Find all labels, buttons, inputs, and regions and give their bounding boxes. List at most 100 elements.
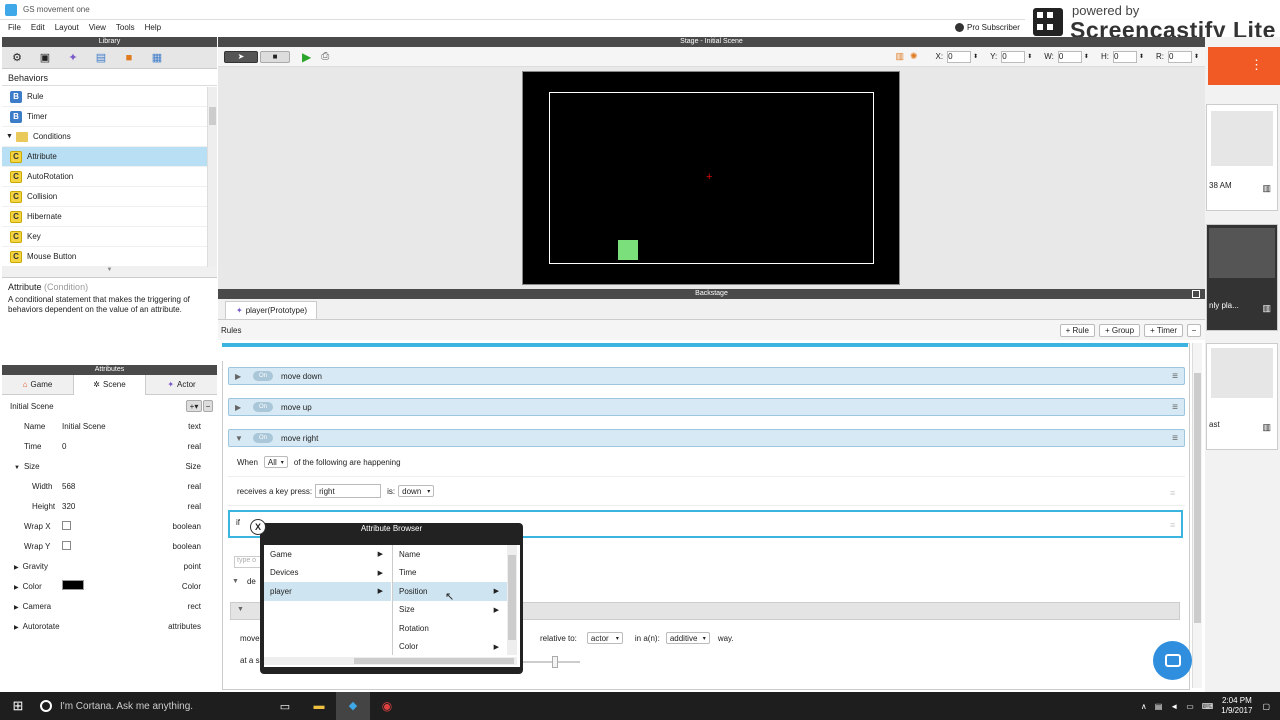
table-row[interactable]: ▶ Gravity point — [2, 556, 217, 576]
expand-caret-icon[interactable]: ▶ — [235, 403, 243, 412]
add-attribute-button[interactable]: +▾ — [186, 400, 202, 412]
add-rule-button[interactable]: + Rule — [1059, 323, 1095, 337]
menu-view[interactable]: View — [89, 23, 106, 32]
stepper-icon[interactable]: ⬍ — [973, 53, 978, 60]
remove-button[interactable]: − — [1187, 323, 1201, 337]
mode-select[interactable]: additive ▾ — [665, 632, 710, 644]
table-row[interactable]: Time 0 real — [2, 436, 217, 456]
network-icon[interactable]: ▤ — [1155, 702, 1163, 711]
player-actor[interactable] — [618, 240, 638, 260]
media-tab-icon[interactable]: ▤ — [88, 48, 114, 68]
speed-slider-track[interactable] — [520, 661, 580, 663]
expand-caret-icon[interactable]: ▶ — [14, 625, 19, 631]
tab-scene[interactable]: ✲ Scene — [73, 374, 146, 395]
expand-caret-icon[interactable]: ▶ — [14, 585, 19, 591]
drag-handle-icon[interactable]: ≡ — [1170, 520, 1175, 530]
menu-icon[interactable]: ≡ — [1172, 371, 1178, 382]
cortana-search[interactable]: I'm Cortana. Ask me anything. — [36, 692, 268, 720]
battery-icon[interactable]: ▭ — [1186, 702, 1194, 711]
library-scrollbar[interactable] — [207, 87, 217, 267]
table-row[interactable]: ▼ Size Size — [2, 456, 217, 476]
preview-device-icon[interactable]: ⎙ — [321, 51, 329, 62]
recording-thumb-3[interactable]: ast ▥ — [1206, 343, 1278, 450]
table-row[interactable]: Wrap Yboolean — [2, 536, 217, 556]
menu-layout[interactable]: Layout — [55, 23, 79, 32]
list-item[interactable]: C Mouse Button — [2, 247, 207, 267]
play-icon[interactable]: ▶ — [302, 50, 311, 64]
trash-icon[interactable]: ▥ — [1262, 183, 1271, 194]
x-field[interactable]: 0 — [947, 50, 972, 63]
chat-button[interactable] — [1153, 641, 1192, 680]
remove-attribute-button[interactable]: − — [203, 400, 213, 412]
list-item[interactable]: C Key — [2, 227, 207, 247]
expand-caret-icon[interactable]: ▶ — [235, 372, 243, 381]
table-row[interactable]: ▶ Color Color — [2, 576, 217, 596]
grid-tab-icon[interactable]: ▦ — [144, 48, 170, 68]
action-center-icon[interactable]: ▢ — [1262, 702, 1270, 711]
menu-help[interactable]: Help — [145, 23, 161, 32]
stepper-icon[interactable]: ⬍ — [1084, 53, 1089, 60]
rule-move-down[interactable]: ▶ On move down ≡ — [228, 367, 1185, 385]
table-row[interactable]: Height 320 real — [2, 496, 217, 516]
wrapy-checkbox[interactable] — [62, 540, 71, 550]
when-select[interactable]: All ▾ — [263, 456, 288, 468]
expand-caret-icon[interactable]: ▶ — [14, 605, 19, 611]
collapse-caret-icon[interactable]: ▼ — [235, 434, 243, 443]
browser-scrollbar-h[interactable] — [264, 657, 517, 665]
menu-icon[interactable]: ≡ — [1172, 433, 1178, 444]
browser-item-player[interactable]: player ▶ — [264, 582, 391, 601]
scene-canvas[interactable]: + — [522, 71, 900, 285]
y-field[interactable]: 0 — [1001, 50, 1026, 63]
rule-toggle[interactable]: On — [253, 402, 273, 412]
recording-thumb-2[interactable]: nly pla... ▥ — [1206, 224, 1278, 331]
menu-edit[interactable]: Edit — [31, 23, 45, 32]
add-timer-button[interactable]: + Timer — [1144, 323, 1183, 337]
images-tab-icon[interactable]: ▣ — [32, 48, 58, 68]
drag-handle-icon[interactable]: ≡ — [1170, 488, 1175, 498]
expand-caret-icon[interactable]: ▼ — [6, 133, 13, 140]
more-vert-icon[interactable]: ⋮ — [1250, 57, 1263, 73]
list-item[interactable]: C AutoRotation — [2, 167, 207, 187]
chevron-up-icon[interactable]: ∧ — [1141, 702, 1147, 711]
list-item[interactable]: C Attribute — [2, 147, 207, 167]
keyboard-icon[interactable]: ⌨ — [1202, 702, 1214, 711]
stepper-icon[interactable]: ⬍ — [1139, 53, 1144, 60]
table-row[interactable]: ▶ Autorotate attributes — [2, 616, 217, 636]
browser-item-color[interactable]: Color ▶ — [393, 638, 507, 657]
menu-icon[interactable]: ≡ — [1172, 402, 1178, 413]
collapse-caret-icon[interactable]: ▼ — [237, 606, 244, 613]
add-group-button[interactable]: + Group — [1098, 323, 1141, 337]
rule-toggle[interactable]: On — [253, 433, 273, 443]
windows-start-icon[interactable]: ⊞ — [0, 692, 36, 720]
gamesalad-taskbar-icon[interactable]: ◆ — [336, 692, 370, 720]
browser-item-devices[interactable]: Devices ▶ — [264, 564, 391, 583]
trash-icon[interactable]: ▥ — [1262, 422, 1271, 433]
r-field[interactable]: 0 — [1167, 50, 1192, 63]
rule-toggle[interactable]: On — [253, 371, 273, 381]
browser-item-rotation[interactable]: Rotation — [393, 619, 507, 638]
actor-mode-icon[interactable]: ▥ — [895, 51, 904, 62]
browser-item-game[interactable]: Game ▶ — [264, 545, 391, 564]
browser-item-name[interactable]: Name — [393, 545, 507, 564]
actor-tab-icon[interactable]: ✦ — [60, 48, 86, 68]
rule-title[interactable]: move up — [281, 403, 312, 412]
browser-item-size[interactable]: Size ▶ — [393, 601, 507, 620]
speed-slider-handle[interactable] — [552, 656, 558, 668]
w-field[interactable]: 0 — [1057, 50, 1082, 63]
pro-subscriber[interactable]: Pro Subscriber — [955, 20, 1020, 35]
chrome-icon[interactable]: ◉ — [370, 699, 404, 713]
rule-title[interactable]: move right — [281, 434, 318, 443]
list-item[interactable]: C Collision — [2, 187, 207, 207]
expand-caret-icon[interactable]: ▶ — [14, 565, 19, 571]
browser-item-time[interactable]: Time — [393, 564, 507, 583]
rules-scrollbar[interactable] — [1192, 343, 1202, 688]
color-swatch[interactable] — [62, 580, 84, 590]
key-input[interactable]: right — [315, 484, 382, 498]
tables-tab-icon[interactable]: ■ — [116, 48, 142, 68]
rule-move-right[interactable]: ▼ On move right ≡ — [228, 429, 1185, 447]
list-item[interactable]: B Timer — [2, 107, 207, 127]
trash-icon[interactable]: ▥ — [1262, 303, 1271, 314]
camera-tool-button[interactable]: ■ — [260, 50, 290, 63]
list-item[interactable]: C Hibernate — [2, 207, 207, 227]
menu-tools[interactable]: Tools — [116, 23, 135, 32]
